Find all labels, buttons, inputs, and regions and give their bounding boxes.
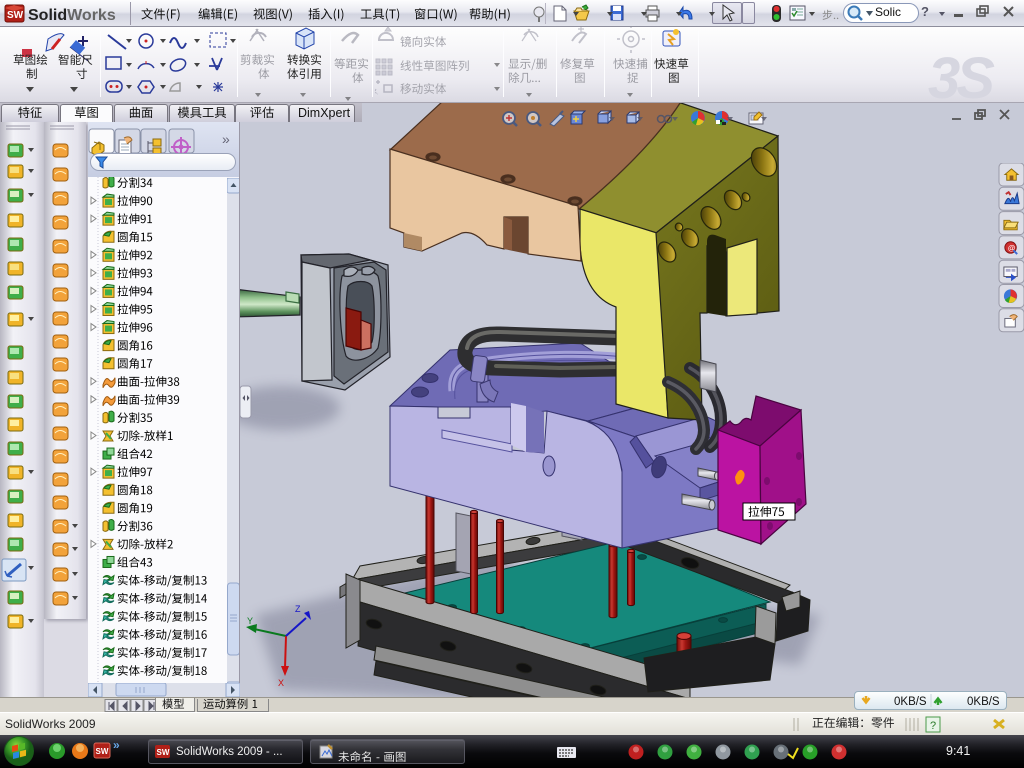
svg-text:Z: Z xyxy=(295,604,301,614)
svg-text:SW: SW xyxy=(157,748,170,757)
svg-text:X: X xyxy=(278,678,284,688)
svg-text:SolidWorks: SolidWorks xyxy=(28,7,116,24)
svg-text:Y: Y xyxy=(247,616,253,626)
svg-text:SW: SW xyxy=(96,747,109,756)
svg-text:0KB/S: 0KB/S xyxy=(967,696,1000,708)
svg-text:0KB/S: 0KB/S xyxy=(894,696,927,708)
svg-text:»: » xyxy=(113,738,120,752)
svg-text:SW: SW xyxy=(7,10,24,21)
svg-text:?: ? xyxy=(930,720,936,732)
svg-text:»: » xyxy=(222,131,230,147)
